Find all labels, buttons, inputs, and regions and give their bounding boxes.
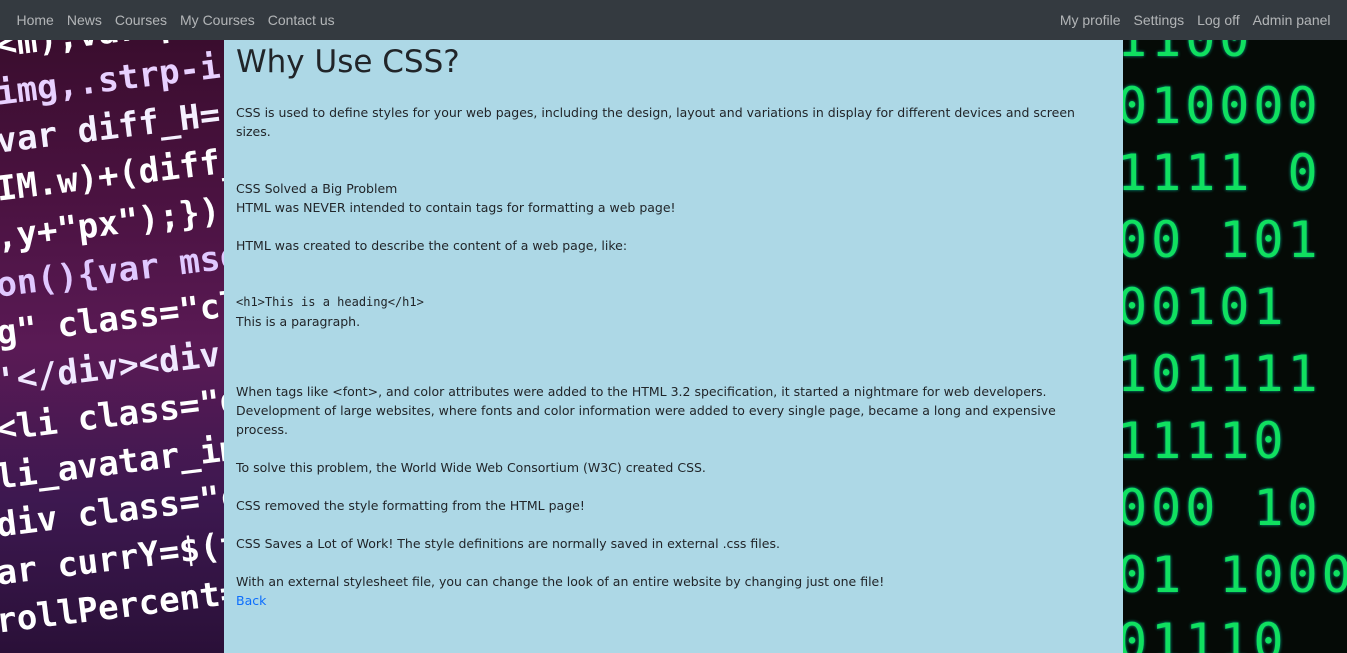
- code-example-paragraph: This is a paragraph.: [236, 314, 361, 329]
- top-navbar: Home News Courses My Courses Contact us …: [0, 0, 1347, 40]
- code-example-heading: <h1>This is a heading</h1>: [236, 295, 424, 309]
- intro-paragraph: CSS is used to define styles for your we…: [236, 105, 1075, 139]
- binary-line-decoration: 11110: [1123, 412, 1288, 470]
- code-background-image: <m);var parimg,.strp-ivar diff_H=IM.w)+(…: [0, 40, 224, 653]
- page-title: Why Use CSS?: [236, 44, 460, 80]
- nav-my-profile-link[interactable]: My profile: [1053, 12, 1127, 28]
- binary-line-decoration: 1111 0: [1123, 144, 1322, 202]
- nav-news-link[interactable]: News: [60, 12, 108, 28]
- nav-home-link[interactable]: Home: [10, 12, 60, 28]
- binary-line-decoration: 101111: [1123, 345, 1322, 403]
- paragraph-external-stylesheet: With an external stylesheet file, you ca…: [236, 574, 885, 589]
- paragraph-nightmare: When tags like <font>, and color attribu…: [236, 384, 1056, 437]
- paragraph-w3c: To solve this problem, the World Wide We…: [236, 460, 706, 475]
- binary-line-decoration: 010000: [1123, 77, 1322, 135]
- nav-right-group: My profile Settings Log off Admin panel: [1053, 12, 1337, 28]
- binary-line-decoration: 01 1000: [1123, 546, 1347, 604]
- binary-background-image: 1100 010000 1111 0 00 101 00101 101111 11110 00…: [1123, 40, 1347, 653]
- binary-line-decoration: 1100: [1123, 40, 1253, 68]
- paragraph-html-never: HTML was NEVER intended to contain tags …: [236, 200, 676, 215]
- nav-log-off-link[interactable]: Log off: [1191, 12, 1247, 28]
- nav-admin-panel-link[interactable]: Admin panel: [1246, 12, 1337, 28]
- binary-line-decoration: 01110: [1123, 613, 1288, 653]
- paragraph-html-created: HTML was created to describe the content…: [236, 238, 628, 253]
- paragraph-style-removed: CSS removed the style formatting from th…: [236, 498, 585, 513]
- binary-line-decoration: 00101: [1123, 278, 1288, 336]
- binary-line-decoration: 000 10: [1123, 479, 1322, 537]
- article-content: Why Use CSS? CSS is used to define style…: [224, 40, 1123, 653]
- paragraph-saves-work: CSS Saves a Lot of Work! The style defin…: [236, 536, 780, 551]
- nav-left-group: Home News Courses My Courses Contact us: [10, 12, 341, 28]
- nav-settings-link[interactable]: Settings: [1127, 12, 1191, 28]
- nav-my-courses-link[interactable]: My Courses: [174, 12, 262, 28]
- binary-line-decoration: 00 101: [1123, 211, 1322, 269]
- nav-contact-link[interactable]: Contact us: [261, 12, 341, 28]
- back-link[interactable]: Back: [236, 593, 266, 608]
- nav-courses-link[interactable]: Courses: [108, 12, 173, 28]
- section-heading: CSS Solved a Big Problem: [236, 181, 398, 196]
